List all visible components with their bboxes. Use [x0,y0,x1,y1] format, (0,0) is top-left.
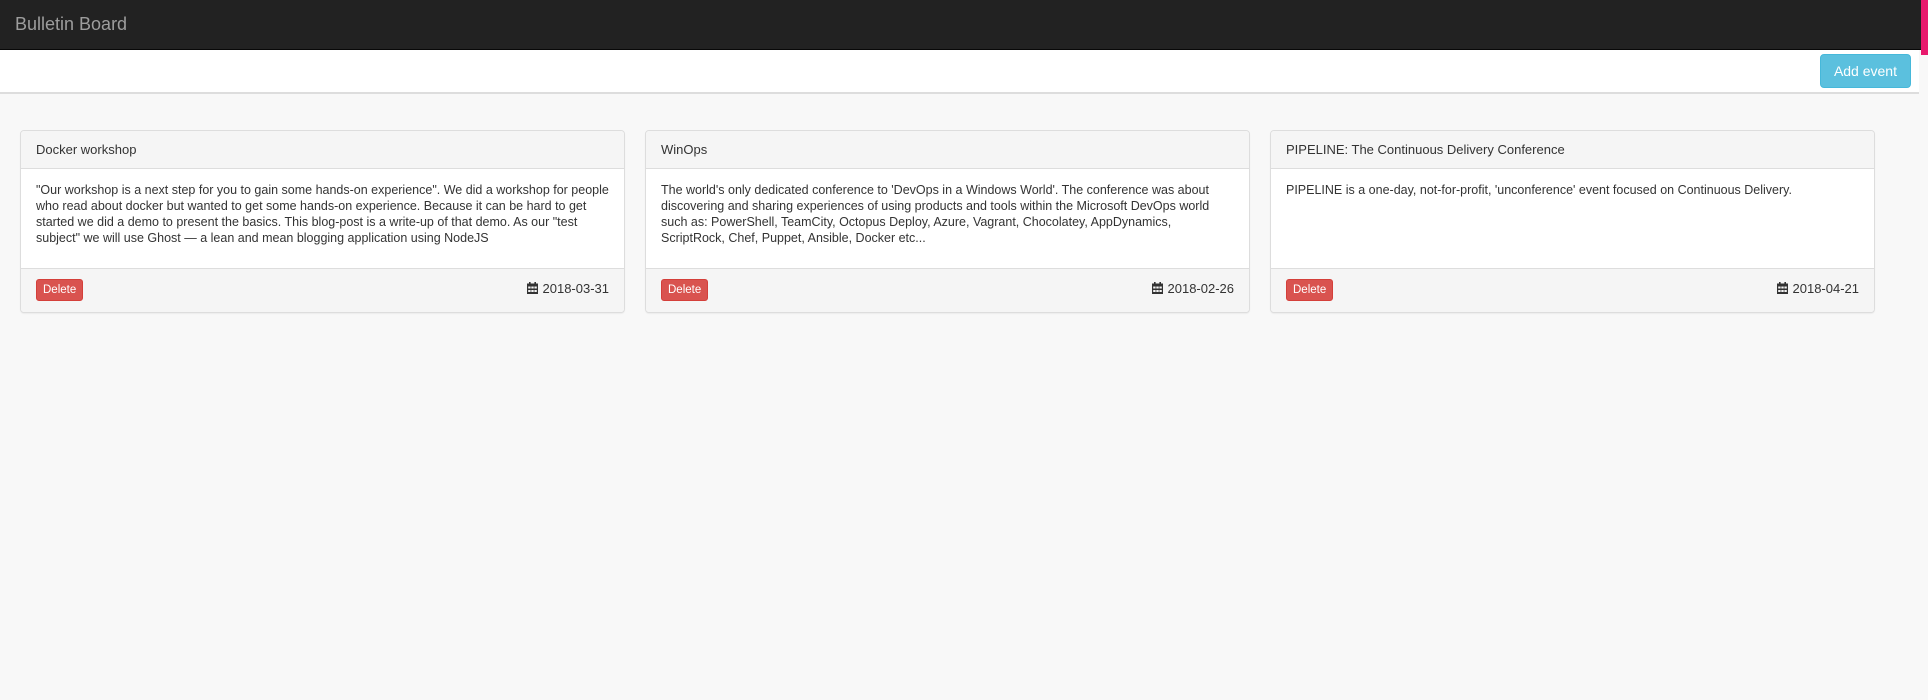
navbar: Bulletin Board [0,0,1928,50]
event-date: 2018-04-21 [1776,279,1860,299]
calendar-icon [1776,282,1788,294]
add-event-button[interactable]: Add event [1819,54,1911,88]
scrollbar[interactable] [1921,0,1928,55]
event-date-text: 2018-02-26 [1167,281,1235,296]
event-card: Docker workshop "Our workshop is a next … [20,130,625,313]
delete-button[interactable]: Delete [36,279,84,301]
event-date-text: 2018-03-31 [542,281,610,296]
toolbar: Add event [0,50,1919,94]
event-card: WinOps The world's only dedicated confer… [645,130,1250,313]
event-date: 2018-02-26 [1151,279,1235,299]
event-footer: Delete 2018-03-31 [21,268,624,312]
event-title: Docker workshop [21,131,624,169]
calendar-icon [1151,282,1163,294]
delete-button[interactable]: Delete [1286,279,1334,301]
event-footer: Delete 2018-04-21 [1271,268,1874,312]
calendar-icon [526,282,538,294]
delete-button[interactable]: Delete [661,279,709,301]
event-card: PIPELINE: The Continuous Delivery Confer… [1270,130,1875,313]
app-title[interactable]: Bulletin Board [15,14,127,34]
event-date: 2018-03-31 [526,279,610,299]
event-title: WinOps [646,131,1249,169]
event-list: Docker workshop "Our workshop is a next … [20,130,1875,313]
event-description: PIPELINE is a one-day, not-for-profit, '… [1286,183,1792,197]
event-description: The world's only dedicated conference to… [661,183,1210,245]
event-footer: Delete 2018-02-26 [646,268,1249,312]
event-date-text: 2018-04-21 [1792,281,1860,296]
event-description: "Our workshop is a next step for you to … [36,183,609,245]
event-title: PIPELINE: The Continuous Delivery Confer… [1271,131,1874,169]
